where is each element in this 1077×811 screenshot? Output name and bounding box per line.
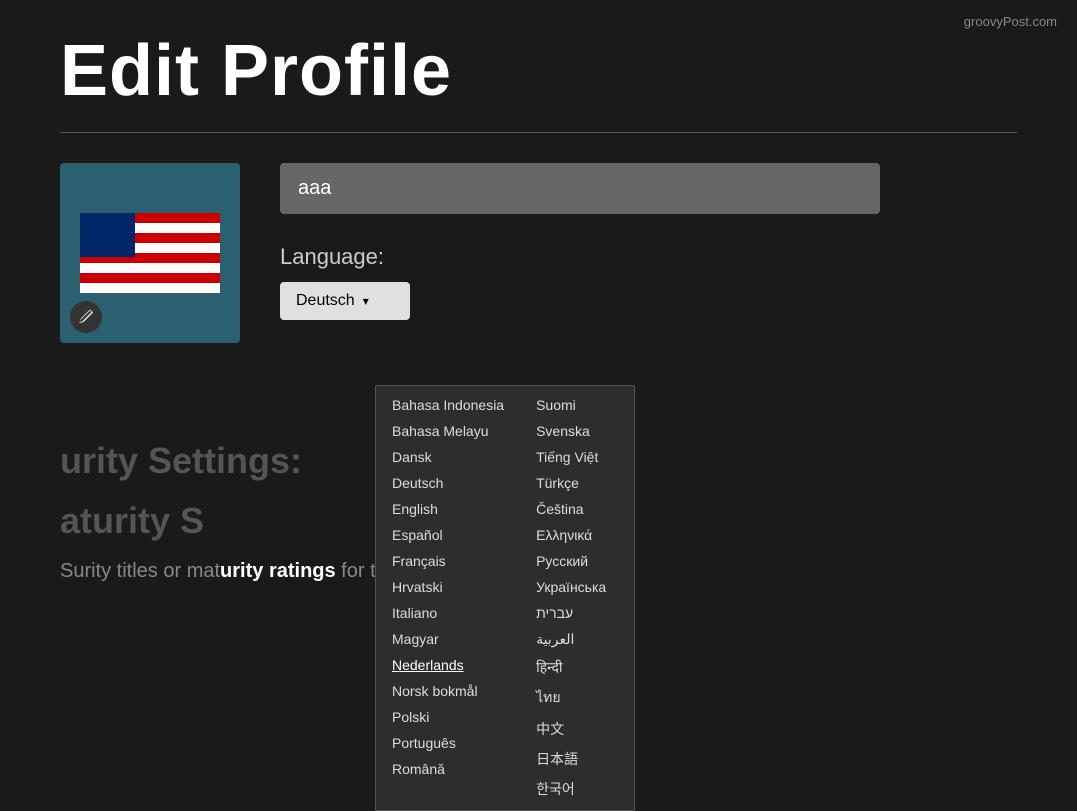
main-content: Language: Deutsch ▾	[0, 133, 1077, 373]
lang-option-nederlands[interactable]: Nederlands	[376, 652, 520, 678]
dropdown-right-column: Suomi Svenska Tiếng Việt Türkçe Čeština …	[520, 386, 634, 810]
language-dropdown-menu: Bahasa Indonesia Bahasa Melayu Dansk Deu…	[375, 385, 635, 811]
flag-stripes	[80, 213, 220, 293]
lang-option-francais[interactable]: Français	[376, 548, 520, 574]
lang-option-espanol[interactable]: Español	[376, 522, 520, 548]
edit-avatar-button[interactable]	[70, 301, 102, 333]
lang-option-svenska[interactable]: Svenska	[520, 418, 634, 444]
dropdown-arrow-icon: ▾	[363, 294, 369, 308]
watermark: groovyPost.com	[964, 14, 1057, 29]
avatar-container	[60, 163, 240, 343]
language-dropdown-button[interactable]: Deutsch ▾	[280, 282, 410, 320]
lang-option-hrvatski[interactable]: Hrvatski	[376, 574, 520, 600]
lang-option-portugues[interactable]: Português	[376, 730, 520, 756]
lang-option-english[interactable]: English	[376, 496, 520, 522]
lang-option-japanese[interactable]: 日本語	[520, 744, 634, 774]
lang-option-cestina[interactable]: Čeština	[520, 496, 634, 522]
lang-option-ukrainian[interactable]: Українська	[520, 574, 634, 600]
lang-option-chinese[interactable]: 中文	[520, 714, 634, 744]
language-label: Language:	[280, 244, 1017, 270]
lang-option-bahasa-indonesia[interactable]: Bahasa Indonesia	[376, 392, 520, 418]
lang-option-turkce[interactable]: Türkçe	[520, 470, 634, 496]
lang-option-norsk[interactable]: Norsk bokmål	[376, 678, 520, 704]
lang-option-arabic[interactable]: العربية	[520, 626, 634, 653]
maturity-settings-bg-text: aturity S	[60, 500, 204, 542]
page-title: Edit Profile	[0, 0, 1077, 132]
dropdown-left-column: Bahasa Indonesia Bahasa Melayu Dansk Deu…	[376, 386, 520, 810]
selected-language-label: Deutsch	[296, 292, 355, 310]
lang-option-italiano[interactable]: Italiano	[376, 600, 520, 626]
lang-option-hindi[interactable]: हिन्दी	[520, 653, 634, 682]
lang-option-polski[interactable]: Polski	[376, 704, 520, 730]
flag-canton	[80, 213, 135, 257]
security-settings-bg-text: urity Settings:	[60, 440, 302, 482]
lang-option-greek[interactable]: Ελληνικά	[520, 522, 634, 548]
lang-option-deutsch[interactable]: Deutsch	[376, 470, 520, 496]
lang-option-korean[interactable]: 한국어	[520, 774, 634, 804]
lang-option-bahasa-melayu[interactable]: Bahasa Melayu	[376, 418, 520, 444]
lang-option-hebrew[interactable]: עברית	[520, 600, 634, 626]
lang-option-tieng-viet[interactable]: Tiếng Việt	[520, 444, 634, 470]
lang-option-romana[interactable]: Română	[376, 756, 520, 782]
flag-image	[80, 213, 220, 293]
form-section: Language: Deutsch ▾	[280, 163, 1017, 320]
pencil-icon	[78, 309, 94, 325]
avatar-section	[60, 163, 240, 343]
profile-name-input[interactable]	[280, 163, 880, 214]
lang-option-dansk[interactable]: Dansk	[376, 444, 520, 470]
lang-option-magyar[interactable]: Magyar	[376, 626, 520, 652]
lang-option-suomi[interactable]: Suomi	[520, 392, 634, 418]
lang-option-thai[interactable]: ไทย	[520, 682, 634, 714]
lang-option-russian[interactable]: Русский	[520, 548, 634, 574]
